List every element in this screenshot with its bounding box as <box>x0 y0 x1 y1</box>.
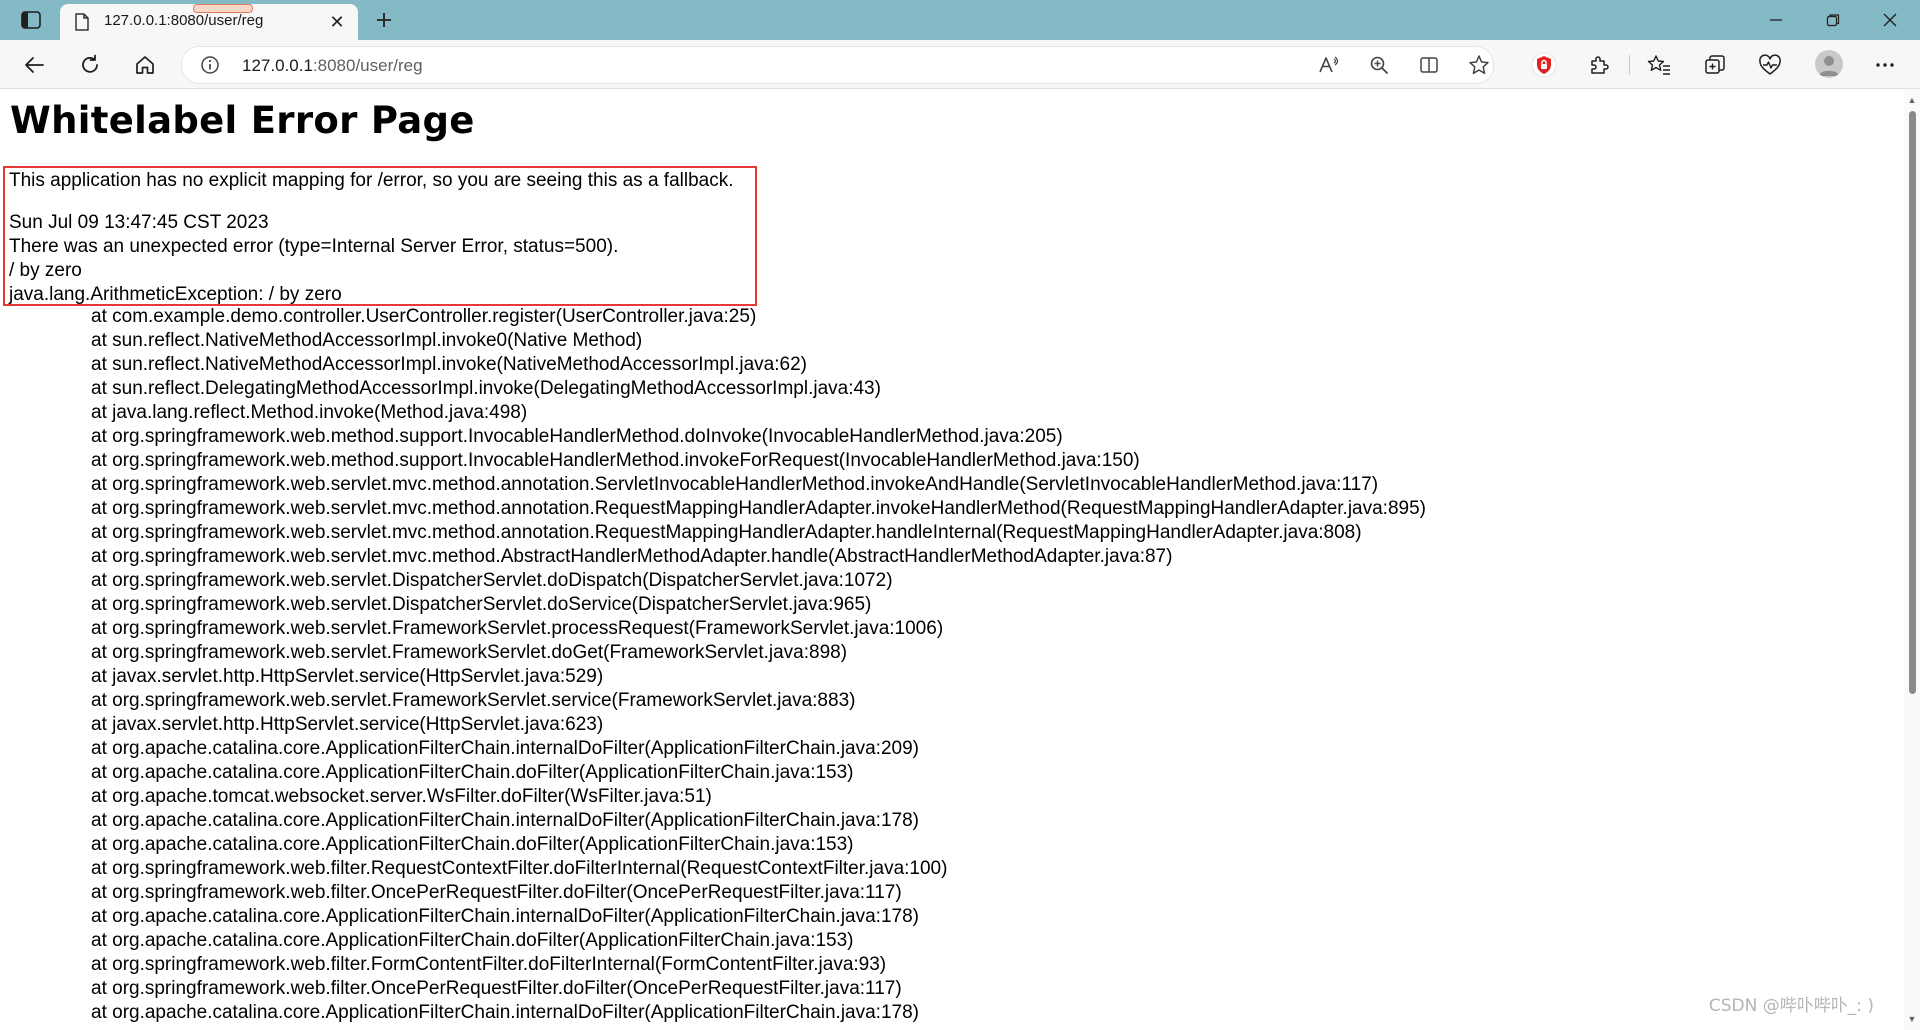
stack-trace-line: at org.springframework.web.servlet.Dispa… <box>91 570 893 591</box>
stack-trace-line: at org.apache.tomcat.websocket.server.Ws… <box>91 786 712 807</box>
stack-trace-line: at org.apache.catalina.core.ApplicationF… <box>91 1002 919 1023</box>
url-path: :8080/user/reg <box>312 56 423 75</box>
info-icon[interactable] <box>200 55 220 75</box>
plus-icon <box>377 13 391 27</box>
fallback-message: This application has no explicit mapping… <box>9 170 734 191</box>
browser-window: 127.0.0.1:8080/user/reg ✕ 127.0.0.1:8080… <box>0 0 1920 1030</box>
stack-trace-line: at org.springframework.web.servlet.Dispa… <box>91 594 872 615</box>
stack-trace-line: at org.springframework.web.servlet.Frame… <box>91 690 856 711</box>
back-button[interactable] <box>20 51 48 79</box>
page-content: Whitelabel Error Page This application h… <box>0 89 1904 1030</box>
minimize-button[interactable] <box>1756 6 1796 34</box>
stack-trace-line: at org.springframework.web.servlet.Frame… <box>91 642 848 663</box>
stack-trace-line: at sun.reflect.NativeMethodAccessorImpl.… <box>91 354 807 375</box>
stack-trace-line: at org.springframework.web.servlet.mvc.m… <box>91 474 1379 495</box>
stack-trace-line: at org.springframework.web.filter.OncePe… <box>91 978 902 999</box>
close-icon <box>1883 13 1897 27</box>
tab-active[interactable]: 127.0.0.1:8080/user/reg ✕ <box>60 4 358 40</box>
star-icon[interactable] <box>1467 53 1491 77</box>
url-text[interactable]: 127.0.0.1:8080/user/reg <box>242 56 423 76</box>
more-icon[interactable] <box>1871 51 1899 79</box>
stack-trace-line: at org.apache.catalina.core.ApplicationF… <box>91 834 854 855</box>
error-message: / by zero <box>9 260 82 281</box>
shield-extension-icon[interactable] <box>1530 51 1558 79</box>
stack-trace-line: at sun.reflect.NativeMethodAccessorImpl.… <box>91 330 643 351</box>
stack-trace-line: at javax.servlet.http.HttpServlet.servic… <box>91 714 604 735</box>
favorites-icon[interactable] <box>1645 51 1673 79</box>
address-bar[interactable]: 127.0.0.1:8080/user/reg <box>181 46 1494 84</box>
stack-trace-line: at org.apache.catalina.core.ApplicationF… <box>91 762 854 783</box>
url-host: 127.0.0.1 <box>242 56 313 75</box>
stack-trace-line: at com.example.demo.controller.UserContr… <box>91 306 757 327</box>
stack-trace-line: at org.springframework.web.servlet.mvc.m… <box>91 522 1362 543</box>
page-scrollbar[interactable]: ▲ ▼ <box>1904 89 1920 1030</box>
stack-trace-line: at org.springframework.web.method.suppor… <box>91 450 1140 471</box>
scrollbar-thumb[interactable] <box>1909 111 1916 694</box>
stack-trace-line: at org.springframework.web.filter.FormCo… <box>91 954 887 975</box>
error-summary: There was an unexpected error (type=Inte… <box>9 236 619 257</box>
stack-trace-line: at org.apache.catalina.core.ApplicationF… <box>91 930 854 951</box>
watermark: CSDN @哔卟哔卟_: ) <box>1708 996 1874 1016</box>
tab-close-icon[interactable]: ✕ <box>328 12 346 32</box>
stack-trace-line: at org.springframework.web.filter.Reques… <box>91 858 948 879</box>
zoom-icon[interactable] <box>1367 53 1391 77</box>
stack-trace-line: at org.apache.catalina.core.ApplicationF… <box>91 906 919 927</box>
tab-title: 127.0.0.1:8080/user/reg <box>104 12 264 29</box>
page-title: Whitelabel Error Page <box>10 99 475 142</box>
stack-trace-line: at sun.reflect.DelegatingMethodAccessorI… <box>91 378 881 399</box>
tab-strip: 127.0.0.1:8080/user/reg ✕ <box>0 0 1920 40</box>
puzzle-icon[interactable] <box>1585 51 1613 79</box>
tab-actions-icon[interactable] <box>18 9 44 31</box>
browser-toolbar: 127.0.0.1:8080/user/reg <box>0 40 1920 89</box>
restore-button[interactable] <box>1813 6 1853 34</box>
scroll-down-icon[interactable]: ▼ <box>1907 1014 1917 1024</box>
home-button[interactable] <box>131 51 159 79</box>
restore-icon <box>1826 14 1840 27</box>
refresh-button[interactable] <box>76 51 104 79</box>
stack-trace-line: at org.springframework.web.filter.OncePe… <box>91 882 902 903</box>
scroll-up-icon[interactable]: ▲ <box>1907 95 1917 105</box>
stack-trace: at com.example.demo.controller.UserContr… <box>9 305 1426 1025</box>
stack-trace-line: at org.springframework.web.servlet.Frame… <box>91 618 944 639</box>
toolbar-separator <box>1629 55 1630 75</box>
stack-trace-line: at org.springframework.web.servlet.mvc.m… <box>91 546 1173 567</box>
new-tab-button[interactable] <box>372 8 396 32</box>
minimize-icon <box>1770 19 1782 21</box>
split-screen-icon[interactable] <box>1417 53 1441 77</box>
stack-trace-line: at org.apache.catalina.core.ApplicationF… <box>91 738 919 759</box>
stack-trace-line: at org.springframework.web.method.suppor… <box>91 426 1063 447</box>
stack-trace-line: at org.apache.catalina.core.ApplicationF… <box>91 810 919 831</box>
refresh-icon <box>82 54 98 73</box>
avatar[interactable] <box>1815 50 1843 78</box>
stack-trace-line: at javax.servlet.http.HttpServlet.servic… <box>91 666 604 687</box>
close-window-button[interactable] <box>1870 6 1910 34</box>
back-arrow-icon <box>25 57 44 73</box>
stack-trace-line: at org.springframework.web.servlet.mvc.m… <box>91 498 1426 519</box>
error-timestamp: Sun Jul 09 13:47:45 CST 2023 <box>9 212 269 233</box>
heart-pulse-icon[interactable] <box>1756 51 1784 79</box>
page-icon <box>74 13 92 31</box>
read-aloud-icon[interactable] <box>1317 53 1341 77</box>
collections-icon[interactable] <box>1701 51 1729 79</box>
exception-line: java.lang.ArithmeticException: / by zero <box>9 284 342 305</box>
home-icon <box>136 56 154 74</box>
stack-trace-line: at java.lang.reflect.Method.invoke(Metho… <box>91 402 528 423</box>
